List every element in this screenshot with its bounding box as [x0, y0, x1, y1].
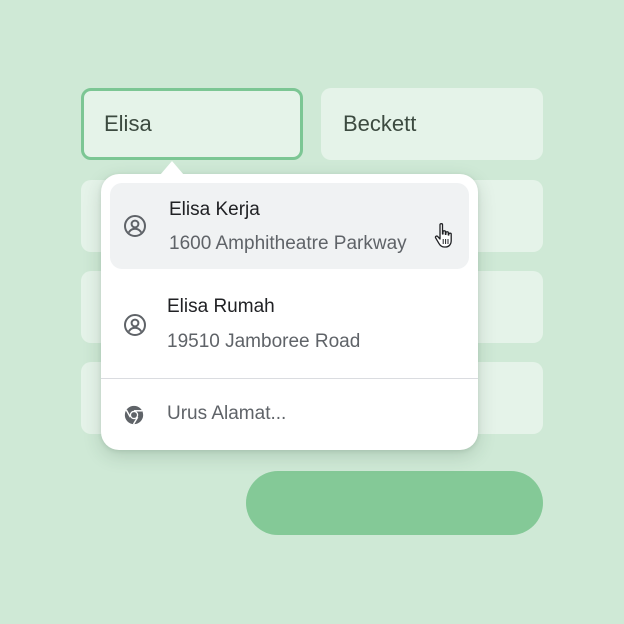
- first-name-field[interactable]: Elisa: [81, 88, 303, 160]
- manage-addresses-item[interactable]: Urus Alamat...: [101, 379, 478, 450]
- suggestion-title: Elisa Kerja: [169, 199, 260, 220]
- suggestion-item-home[interactable]: Elisa Rumah 19510 Jamboree Road: [110, 278, 469, 364]
- account-circle-icon: [124, 215, 146, 237]
- chrome-icon: [124, 405, 144, 425]
- suggestion-item-work[interactable]: Elisa Kerja 1600 Amphitheatre Parkway: [110, 183, 469, 269]
- autofill-dropdown: Elisa Kerja 1600 Amphitheatre Parkway El…: [101, 161, 478, 450]
- dropdown-pointer: [160, 161, 184, 175]
- last-name-value: Beckett: [343, 111, 417, 136]
- manage-addresses-label: Urus Alamat...: [167, 403, 287, 424]
- suggestion-title: Elisa Rumah: [167, 296, 275, 317]
- suggestion-address: 1600 Amphitheatre Parkway: [169, 233, 407, 254]
- first-name-value: Elisa: [104, 111, 152, 136]
- account-circle-icon: [124, 314, 146, 336]
- suggestion-address: 19510 Jamboree Road: [167, 331, 361, 352]
- last-name-field[interactable]: Beckett: [321, 88, 543, 160]
- submit-button[interactable]: [246, 471, 543, 535]
- hand-pointer-cursor-icon: [434, 223, 452, 248]
